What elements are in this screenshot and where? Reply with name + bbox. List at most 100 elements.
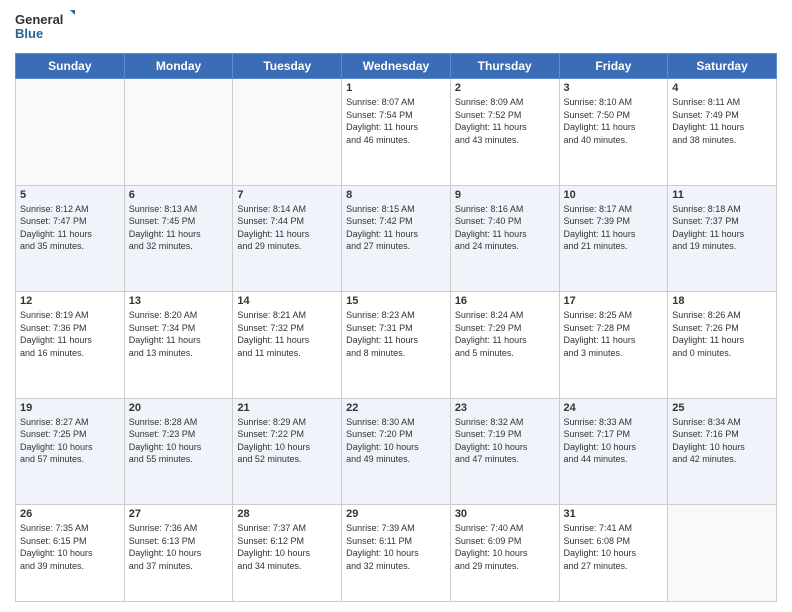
calendar-day-7: 7 Sunrise: 8:14 AM Sunset: 7:44 PM Daylig… [233, 185, 342, 292]
day-info: Sunrise: 8:16 AM Sunset: 7:40 PM Dayligh… [455, 203, 555, 253]
day-header-thursday: Thursday [450, 54, 559, 79]
calendar-day-21: 21Sunrise: 8:29 AM Sunset: 7:22 PM Dayli… [233, 398, 342, 505]
calendar-day-12: 12 Sunrise: 8:19 AM Sunset: 7:36 PM Dayli… [16, 292, 125, 399]
day-header-friday: Friday [559, 54, 668, 79]
calendar-day-15: 15Sunrise: 8:23 AM Sunset: 7:31 PM Dayli… [342, 292, 451, 399]
calendar-day-6: 6Sunrise: 8:13 AM Sunset: 7:45 PM Daylig… [124, 185, 233, 292]
day-info: Sunrise: 8:34 AM Sunset: 7:16 PM Dayligh… [672, 416, 772, 466]
calendar-day-9: 9 Sunrise: 8:16 AM Sunset: 7:40 PM Daylig… [450, 185, 559, 292]
day-info: Sunrise: 8:19 AM Sunset: 7:36 PM Dayligh… [20, 309, 120, 359]
calendar-week-row: 1Sunrise: 8:07 AM Sunset: 7:54 PM Daylig… [16, 79, 777, 186]
day-number: 23 [455, 402, 555, 414]
day-info: Sunrise: 8:12 AM Sunset: 7:47 PM Dayligh… [20, 203, 120, 253]
day-number: 10 [564, 189, 664, 201]
day-number: 13 [129, 295, 229, 307]
day-number: 18 [672, 295, 772, 307]
day-info: Sunrise: 8:17 AM Sunset: 7:39 PM Dayligh… [564, 203, 664, 253]
calendar-day-20: 20 Sunrise: 8:28 AM Sunset: 7:23 PM Dayli… [124, 398, 233, 505]
calendar-day-5: 5 Sunrise: 8:12 AM Sunset: 7:47 PM Daylig… [16, 185, 125, 292]
logo-svg: General Blue [15, 10, 75, 45]
day-info: Sunrise: 8:26 AM Sunset: 7:26 PM Dayligh… [672, 309, 772, 359]
day-number: 11 [672, 189, 772, 201]
day-info: Sunrise: 8:15 AM Sunset: 7:42 PM Dayligh… [346, 203, 446, 253]
calendar-day-10: 10 Sunrise: 8:17 AM Sunset: 7:39 PM Dayli… [559, 185, 668, 292]
calendar-day-empty [233, 79, 342, 186]
svg-text:Blue: Blue [15, 26, 43, 41]
calendar-day-3: 3 Sunrise: 8:10 AM Sunset: 7:50 PM Daylig… [559, 79, 668, 186]
calendar-day-4: 4Sunrise: 8:11 AM Sunset: 7:49 PM Daylig… [668, 79, 777, 186]
day-number: 9 [455, 189, 555, 201]
calendar-day-30: 30 Sunrise: 7:40 AM Sunset: 6:09 PM Dayli… [450, 505, 559, 602]
day-number: 14 [237, 295, 337, 307]
day-info: Sunrise: 8:18 AM Sunset: 7:37 PM Dayligh… [672, 203, 772, 253]
day-number: 27 [129, 508, 229, 520]
calendar-day-11: 11 Sunrise: 8:18 AM Sunset: 7:37 PM Dayli… [668, 185, 777, 292]
calendar-week-row: 19 Sunrise: 8:27 AM Sunset: 7:25 PM Dayli… [16, 398, 777, 505]
day-info: Sunrise: 8:30 AM Sunset: 7:20 PM Dayligh… [346, 416, 446, 466]
calendar-day-18: 18 Sunrise: 8:26 AM Sunset: 7:26 PM Dayli… [668, 292, 777, 399]
day-number: 31 [564, 508, 664, 520]
calendar-day-29: 29 Sunrise: 7:39 AM Sunset: 6:11 PM Dayli… [342, 505, 451, 602]
calendar-day-1: 1Sunrise: 8:07 AM Sunset: 7:54 PM Daylig… [342, 79, 451, 186]
day-number: 6 [129, 189, 229, 201]
calendar-week-row: 26Sunrise: 7:35 AM Sunset: 6:15 PM Dayli… [16, 505, 777, 602]
day-number: 17 [564, 295, 664, 307]
calendar-day-22: 22Sunrise: 8:30 AM Sunset: 7:20 PM Dayli… [342, 398, 451, 505]
day-header-tuesday: Tuesday [233, 54, 342, 79]
calendar-day-13: 13 Sunrise: 8:20 AM Sunset: 7:34 PM Dayli… [124, 292, 233, 399]
calendar-day-31: 31 Sunrise: 7:41 AM Sunset: 6:08 PM Dayli… [559, 505, 668, 602]
day-info: Sunrise: 7:39 AM Sunset: 6:11 PM Dayligh… [346, 522, 446, 572]
calendar-header-row: SundayMondayTuesdayWednesdayThursdayFrid… [16, 54, 777, 79]
day-info: Sunrise: 8:28 AM Sunset: 7:23 PM Dayligh… [129, 416, 229, 466]
day-number: 3 [564, 82, 664, 94]
day-number: 30 [455, 508, 555, 520]
calendar-week-row: 5 Sunrise: 8:12 AM Sunset: 7:47 PM Daylig… [16, 185, 777, 292]
day-number: 12 [20, 295, 120, 307]
day-info: Sunrise: 8:09 AM Sunset: 7:52 PM Dayligh… [455, 96, 555, 146]
calendar-day-19: 19 Sunrise: 8:27 AM Sunset: 7:25 PM Dayli… [16, 398, 125, 505]
day-info: Sunrise: 8:29 AM Sunset: 7:22 PM Dayligh… [237, 416, 337, 466]
day-number: 5 [20, 189, 120, 201]
calendar-day-25: 25 Sunrise: 8:34 AM Sunset: 7:16 PM Dayli… [668, 398, 777, 505]
svg-text:General: General [15, 12, 63, 27]
calendar-day-27: 27 Sunrise: 7:36 AM Sunset: 6:13 PM Dayli… [124, 505, 233, 602]
day-number: 19 [20, 402, 120, 414]
day-number: 15 [346, 295, 446, 307]
day-header-sunday: Sunday [16, 54, 125, 79]
calendar-day-empty [124, 79, 233, 186]
day-info: Sunrise: 8:32 AM Sunset: 7:19 PM Dayligh… [455, 416, 555, 466]
calendar-day-17: 17 Sunrise: 8:25 AM Sunset: 7:28 PM Dayli… [559, 292, 668, 399]
calendar-week-row: 12 Sunrise: 8:19 AM Sunset: 7:36 PM Dayli… [16, 292, 777, 399]
day-info: Sunrise: 8:25 AM Sunset: 7:28 PM Dayligh… [564, 309, 664, 359]
day-info: Sunrise: 8:24 AM Sunset: 7:29 PM Dayligh… [455, 309, 555, 359]
calendar-day-empty [668, 505, 777, 602]
day-info: Sunrise: 8:10 AM Sunset: 7:50 PM Dayligh… [564, 96, 664, 146]
day-header-wednesday: Wednesday [342, 54, 451, 79]
day-info: Sunrise: 8:07 AM Sunset: 7:54 PM Dayligh… [346, 96, 446, 146]
day-info: Sunrise: 8:27 AM Sunset: 7:25 PM Dayligh… [20, 416, 120, 466]
day-number: 7 [237, 189, 337, 201]
day-header-saturday: Saturday [668, 54, 777, 79]
calendar-day-28: 28Sunrise: 7:37 AM Sunset: 6:12 PM Dayli… [233, 505, 342, 602]
day-number: 8 [346, 189, 446, 201]
day-info: Sunrise: 8:14 AM Sunset: 7:44 PM Dayligh… [237, 203, 337, 253]
day-info: Sunrise: 7:40 AM Sunset: 6:09 PM Dayligh… [455, 522, 555, 572]
day-number: 20 [129, 402, 229, 414]
day-info: Sunrise: 7:37 AM Sunset: 6:12 PM Dayligh… [237, 522, 337, 572]
day-info: Sunrise: 7:41 AM Sunset: 6:08 PM Dayligh… [564, 522, 664, 572]
day-info: Sunrise: 8:11 AM Sunset: 7:49 PM Dayligh… [672, 96, 772, 146]
day-info: Sunrise: 8:33 AM Sunset: 7:17 PM Dayligh… [564, 416, 664, 466]
day-info: Sunrise: 8:20 AM Sunset: 7:34 PM Dayligh… [129, 309, 229, 359]
calendar: SundayMondayTuesdayWednesdayThursdayFrid… [15, 53, 777, 602]
calendar-day-8: 8 Sunrise: 8:15 AM Sunset: 7:42 PM Daylig… [342, 185, 451, 292]
day-info: Sunrise: 7:36 AM Sunset: 6:13 PM Dayligh… [129, 522, 229, 572]
calendar-day-26: 26Sunrise: 7:35 AM Sunset: 6:15 PM Dayli… [16, 505, 125, 602]
day-number: 29 [346, 508, 446, 520]
day-number: 25 [672, 402, 772, 414]
calendar-day-23: 23 Sunrise: 8:32 AM Sunset: 7:19 PM Dayli… [450, 398, 559, 505]
calendar-day-empty [16, 79, 125, 186]
header: General Blue [15, 10, 777, 45]
calendar-day-2: 2Sunrise: 8:09 AM Sunset: 7:52 PM Daylig… [450, 79, 559, 186]
logo: General Blue [15, 10, 75, 45]
day-info: Sunrise: 7:35 AM Sunset: 6:15 PM Dayligh… [20, 522, 120, 572]
